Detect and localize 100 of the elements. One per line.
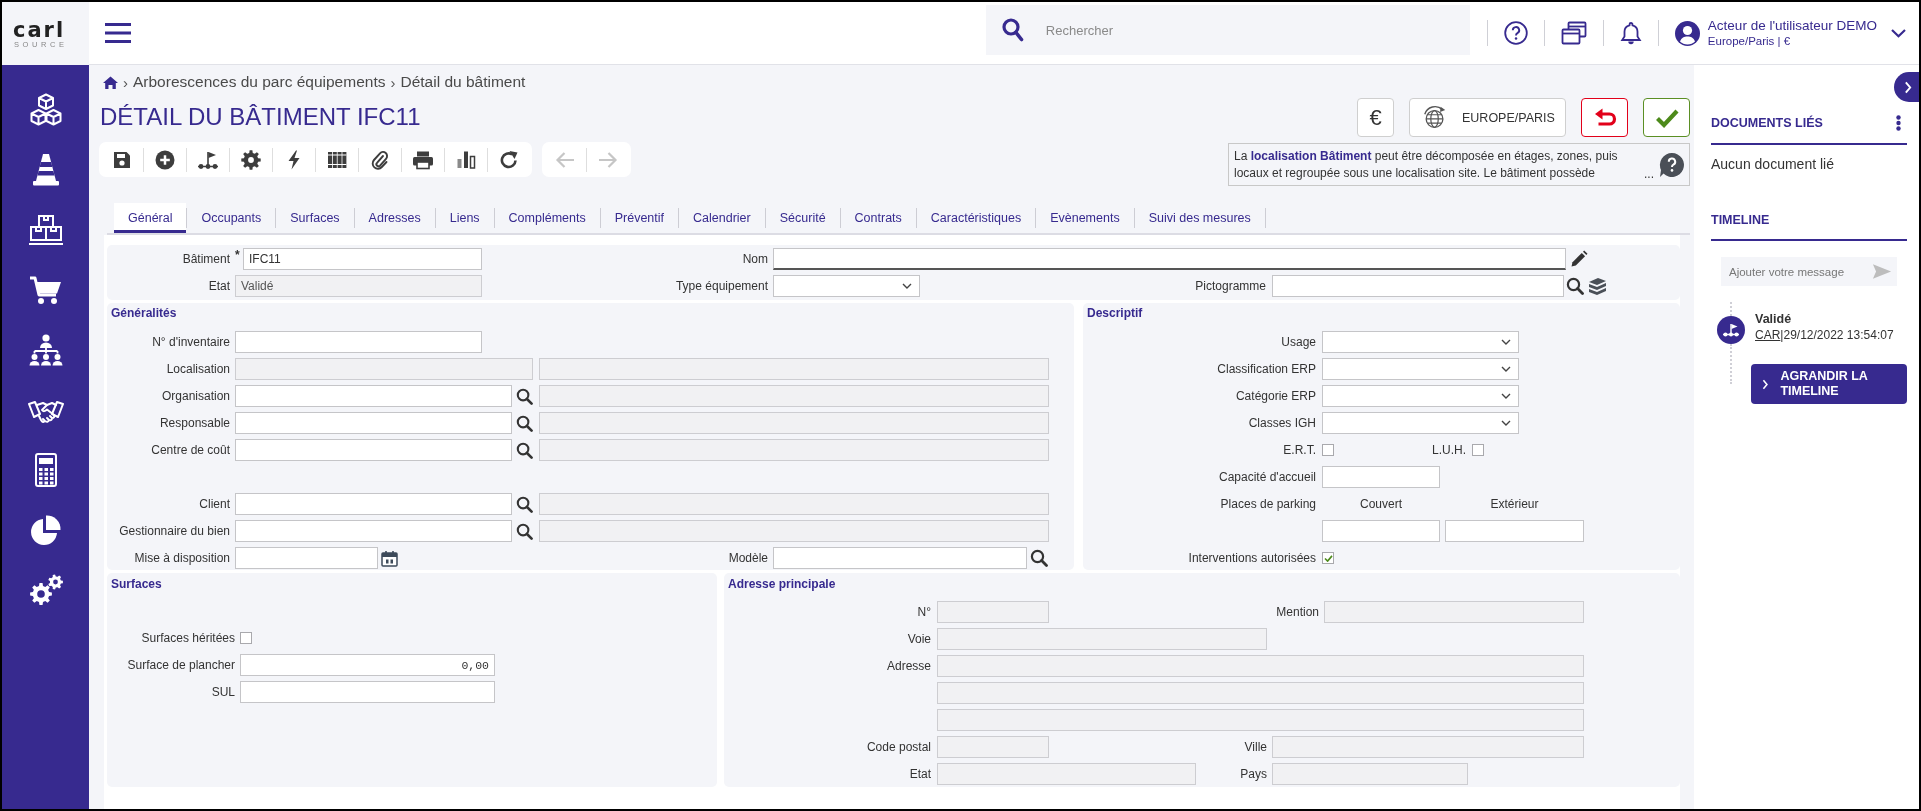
add-icon[interactable] — [155, 149, 175, 170]
panel-title: TIMELINE — [1711, 212, 1770, 229]
search-icon[interactable] — [1030, 549, 1048, 567]
select-field[interactable] — [1322, 358, 1519, 380]
refresh-icon[interactable] — [499, 149, 519, 170]
boxes-icon[interactable] — [27, 213, 64, 247]
checkbox[interactable] — [240, 632, 252, 644]
text-field[interactable] — [1322, 466, 1440, 488]
more-options-icon[interactable] — [1896, 115, 1901, 131]
search-icon[interactable] — [1001, 18, 1024, 42]
field-label: Nom — [742, 252, 768, 266]
help-icon[interactable] — [1503, 21, 1528, 45]
stack-icon[interactable] — [1587, 276, 1607, 296]
save-icon[interactable] — [112, 149, 132, 170]
section-title: Généralités — [111, 305, 177, 320]
search-icon[interactable] — [1566, 277, 1584, 295]
text-field[interactable] — [1322, 520, 1440, 542]
text-field[interactable] — [235, 520, 512, 542]
tab[interactable]: Compléments — [494, 203, 600, 233]
chevron-down-icon[interactable] — [1891, 28, 1906, 38]
field-label: Pictogramme — [1195, 279, 1266, 293]
text-field[interactable] — [235, 412, 512, 434]
select-field[interactable] — [1322, 331, 1519, 353]
field-label: Client — [199, 497, 230, 511]
section-title: Surfaces — [111, 576, 162, 591]
pencil-icon[interactable] — [1570, 250, 1588, 268]
text-field[interactable] — [235, 439, 512, 461]
help-bubble-icon[interactable] — [1659, 151, 1685, 178]
settings-icon[interactable] — [27, 573, 64, 607]
breadcrumb-link[interactable]: Arborescences du parc équipements — [133, 73, 386, 91]
search-icon[interactable] — [516, 387, 533, 405]
timezone-button[interactable]: EUROPE/PARIS — [1409, 98, 1566, 137]
tab[interactable]: Contrats — [840, 203, 916, 233]
search-icon[interactable] — [516, 441, 533, 459]
check-icon — [1654, 107, 1679, 128]
select-field[interactable] — [1322, 385, 1519, 407]
more-link[interactable]: ... — [1644, 167, 1654, 181]
tab[interactable]: Adresses — [354, 203, 435, 233]
tab[interactable]: Evènements — [1036, 203, 1134, 233]
bell-icon[interactable] — [1619, 21, 1642, 45]
checkbox[interactable] — [1322, 444, 1334, 456]
field-label: Code postal — [866, 740, 931, 754]
user-avatar-icon[interactable] — [1674, 20, 1700, 46]
field-label: Type équipement — [675, 279, 768, 293]
text-field[interactable] — [1445, 520, 1584, 542]
search-icon[interactable] — [516, 522, 533, 540]
tab[interactable]: Préventif — [600, 203, 679, 233]
bar-chart-icon[interactable] — [456, 149, 476, 170]
paperclip-icon[interactable] — [370, 149, 390, 170]
checkbox[interactable] — [1322, 552, 1334, 564]
breadcrumb-link[interactable]: Détail du bâtiment — [400, 73, 526, 91]
select-field[interactable] — [773, 275, 920, 297]
text-field[interactable] — [235, 547, 378, 569]
text-field[interactable] — [773, 248, 1566, 270]
user-name[interactable]: Acteur de l'utilisateur DEMO — [1707, 18, 1877, 34]
tab[interactable]: Surfaces — [276, 203, 354, 233]
tab[interactable]: Général — [114, 203, 187, 233]
number-field[interactable]: 0,00 — [240, 654, 495, 676]
checkbox[interactable] — [1472, 444, 1484, 456]
windows-icon[interactable] — [1560, 21, 1587, 45]
currency-button[interactable]: € — [1357, 98, 1394, 137]
binders-icon[interactable] — [327, 149, 347, 170]
tab[interactable]: Calendrier — [679, 203, 765, 233]
field-label: Ville — [1244, 740, 1267, 754]
collapse-panel-button[interactable] — [1894, 72, 1919, 102]
calendar-icon[interactable] — [381, 549, 398, 567]
print-icon[interactable] — [412, 149, 434, 170]
undo-button[interactable] — [1581, 98, 1628, 137]
text-field[interactable] — [235, 493, 512, 515]
settings-icon[interactable] — [241, 149, 261, 170]
text-field[interactable] — [1272, 275, 1564, 297]
text-field[interactable] — [240, 681, 495, 703]
tab[interactable]: Caractéristiques — [916, 203, 1036, 233]
text-field[interactable] — [235, 331, 482, 353]
text-separator: | — [1780, 327, 1784, 343]
message-field[interactable]: Ajouter votre message — [1721, 257, 1897, 286]
text-field[interactable] — [773, 547, 1027, 569]
tab[interactable]: Occupants — [187, 203, 276, 233]
text-field: Validé — [235, 275, 482, 297]
bolt-icon[interactable] — [287, 149, 301, 170]
search-field[interactable]: Rechercher — [985, 5, 1470, 55]
expand-timeline-button[interactable]: AGRANDIR LA TIMELINE — [1751, 364, 1907, 404]
search-icon[interactable] — [516, 495, 533, 513]
tab[interactable]: Liens — [435, 203, 494, 233]
confirm-button[interactable] — [1643, 98, 1690, 137]
field-label: Gestionnaire du bien — [119, 524, 230, 538]
field-label: Modèle — [728, 551, 768, 565]
flag-icon[interactable] — [197, 149, 219, 170]
page-title: DÉTAIL DU BÂTIMENT IFC11 — [100, 102, 421, 132]
field-label: Localisation — [166, 362, 230, 376]
hierarchy-icon[interactable] — [27, 333, 64, 367]
text-field[interactable] — [235, 385, 512, 407]
text-field[interactable]: IFC11 — [243, 248, 482, 270]
select-field[interactable] — [1322, 412, 1519, 434]
tab[interactable]: Sécurité — [765, 203, 840, 233]
menu-icon[interactable] — [105, 23, 131, 43]
field-label: Organisation — [161, 389, 230, 403]
home-icon[interactable] — [103, 75, 118, 89]
search-icon[interactable] — [516, 414, 533, 432]
tab[interactable]: Suivi des mesures — [1134, 203, 1265, 233]
